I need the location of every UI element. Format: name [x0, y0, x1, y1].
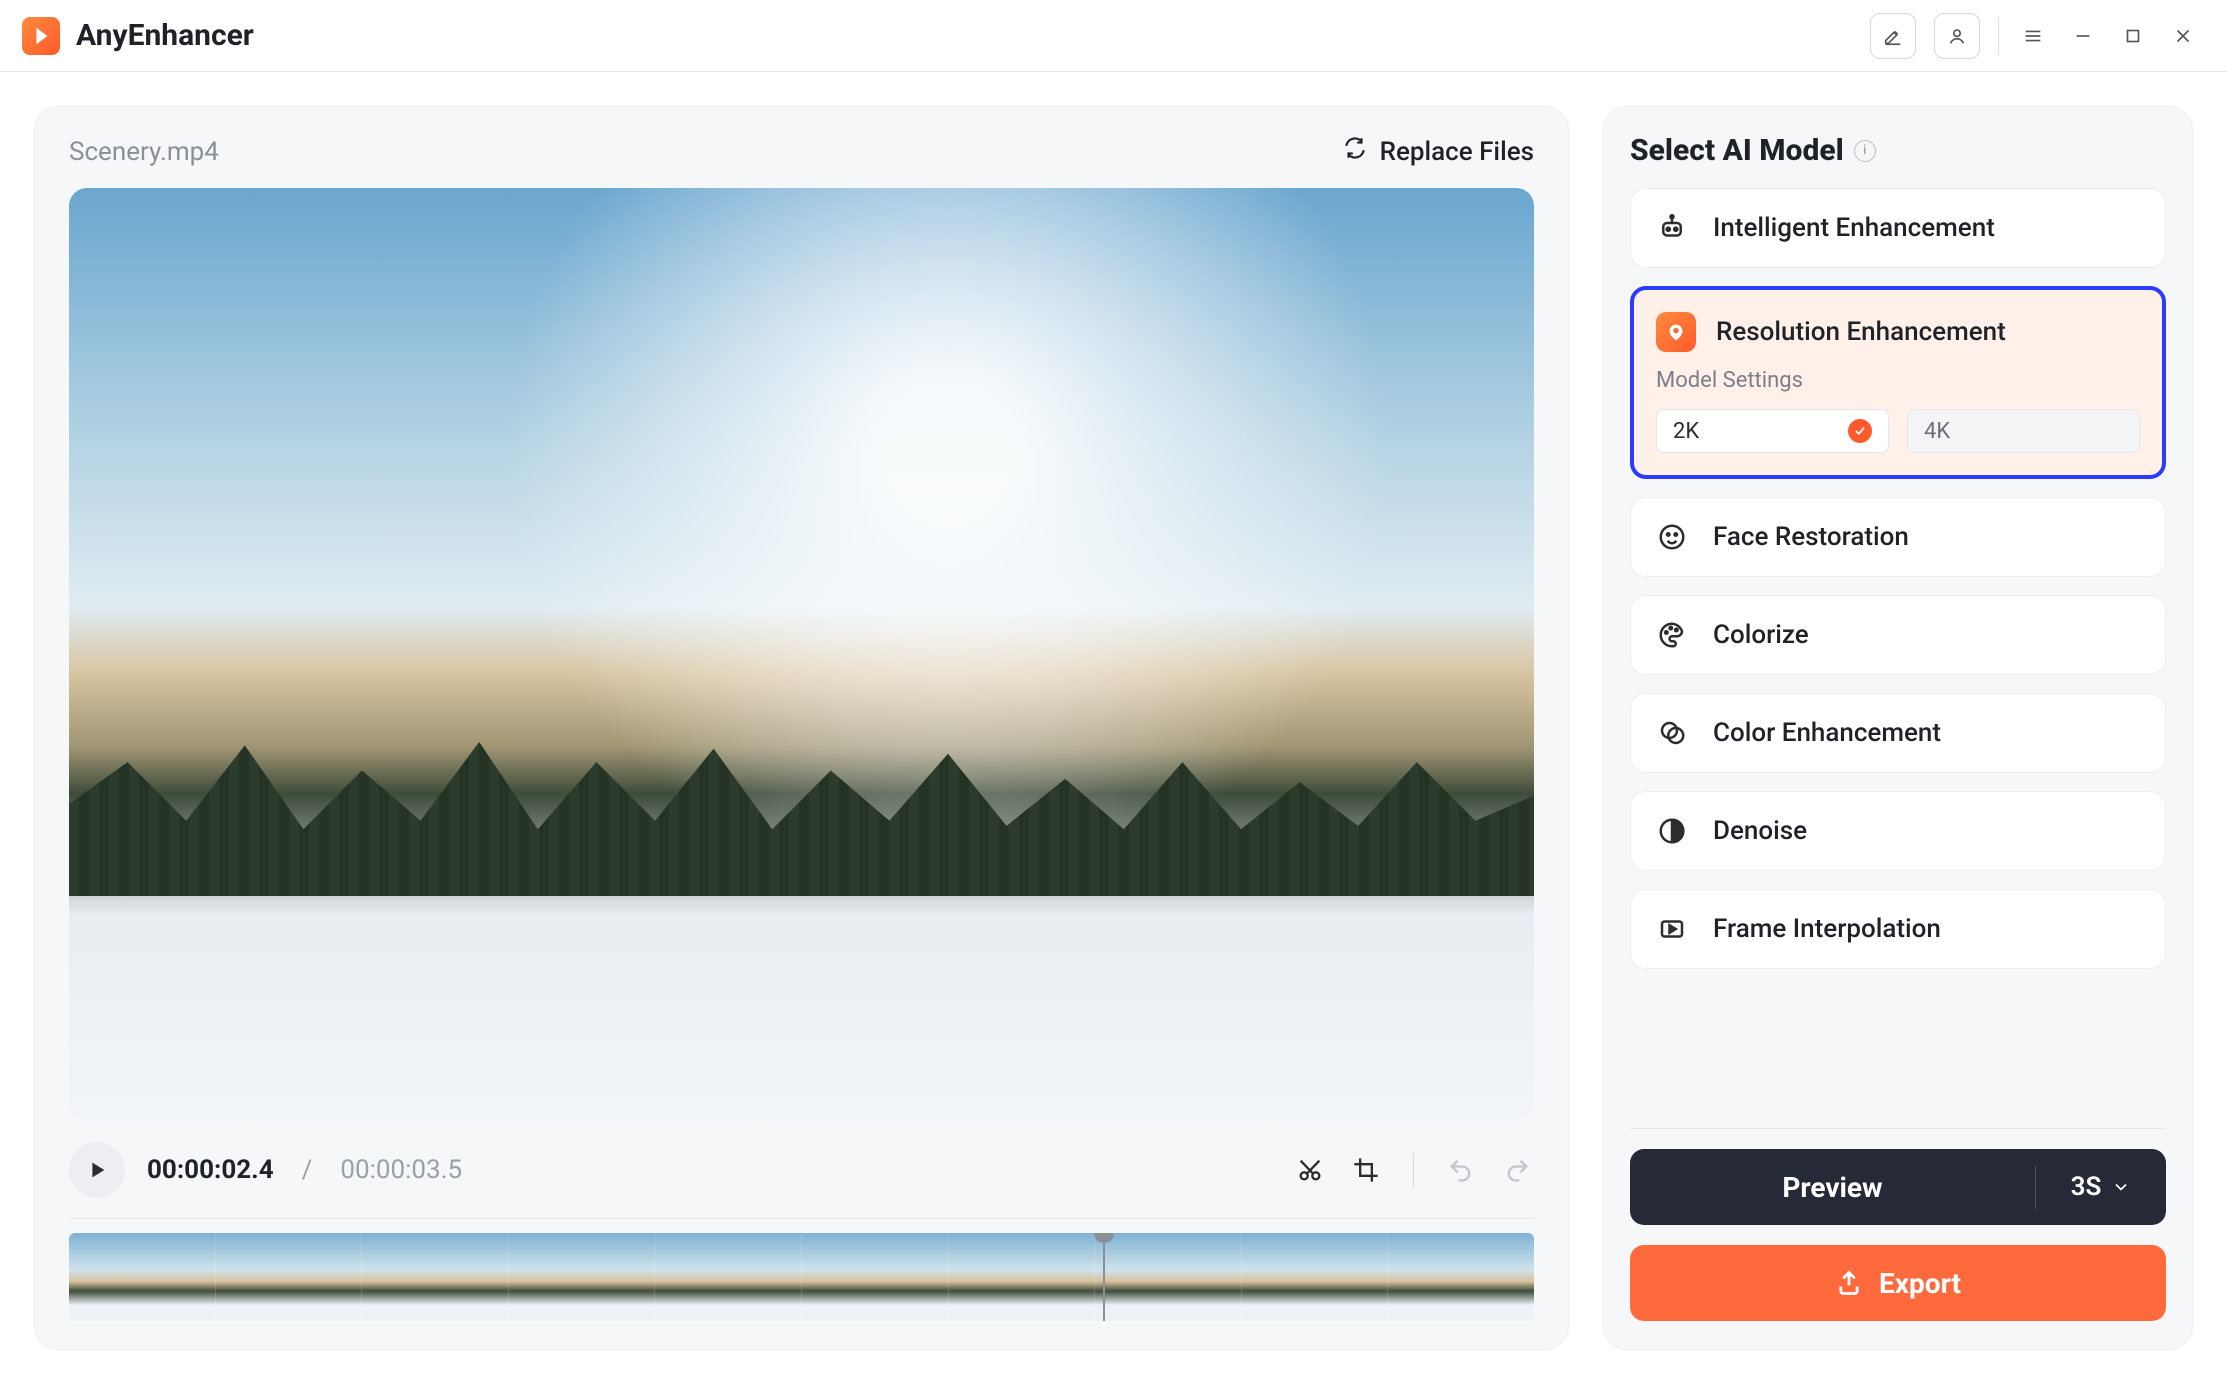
edit-button[interactable]	[1870, 13, 1916, 59]
timeline-thumb	[948, 1233, 1095, 1321]
video-card: Scenery.mp4 Replace Files 00:00:02.4 / 0…	[34, 106, 1569, 1350]
timeline-thumb	[1387, 1233, 1534, 1321]
palette-icon	[1653, 616, 1691, 654]
title-bar: AnyEnhancer	[0, 0, 2227, 72]
timecode-total: 00:00:03.5	[340, 1155, 462, 1185]
model-list: Intelligent Enhancement Resolution Enhan…	[1630, 188, 2166, 1108]
resolution-option-4k[interactable]: 4K	[1907, 409, 2140, 453]
controls-row: 00:00:02.4 / 00:00:03.5	[69, 1142, 1534, 1198]
left-column: Scenery.mp4 Replace Files 00:00:02.4 / 0…	[34, 106, 1569, 1350]
redo-button[interactable]	[1500, 1153, 1534, 1187]
model-denoise[interactable]: Denoise	[1630, 791, 2166, 871]
timeline-thumb	[508, 1233, 655, 1321]
export-icon	[1835, 1269, 1863, 1297]
title-left: AnyEnhancer	[22, 17, 254, 55]
robot-icon	[1653, 209, 1691, 247]
sidebar-title: Select AI Model	[1630, 133, 1844, 168]
sidebar: Select AI Model i Intelligent Enhancemen…	[1603, 106, 2193, 1350]
model-resolution-header: Resolution Enhancement	[1656, 312, 2140, 352]
menu-button[interactable]	[2017, 20, 2049, 52]
sidebar-divider	[1630, 1128, 2166, 1129]
info-icon[interactable]: i	[1854, 140, 1876, 162]
model-label: Denoise	[1713, 816, 1807, 846]
timeline-thumb	[801, 1233, 948, 1321]
undo-button[interactable]	[1444, 1153, 1478, 1187]
model-label: Color Enhancement	[1713, 718, 1941, 748]
model-label: Frame Interpolation	[1713, 914, 1941, 944]
frames-icon	[1653, 910, 1691, 948]
file-name: Scenery.mp4	[69, 137, 219, 167]
play-button[interactable]	[69, 1142, 125, 1198]
resolution-option-label: 4K	[1924, 419, 1950, 444]
model-settings-title: Model Settings	[1656, 368, 2140, 393]
preview-button[interactable]: Preview 3S	[1630, 1149, 2166, 1225]
resolution-icon	[1656, 312, 1696, 352]
sidebar-title-row: Select AI Model i	[1630, 133, 2166, 168]
minimize-button[interactable]	[2067, 20, 2099, 52]
timeline-playhead[interactable]	[1103, 1233, 1105, 1321]
chevron-down-icon	[2111, 1177, 2131, 1197]
cut-button[interactable]	[1293, 1153, 1327, 1187]
model-label: Colorize	[1713, 620, 1809, 650]
timecode-separator: /	[302, 1155, 313, 1185]
replace-icon	[1342, 135, 1368, 168]
model-label: Resolution Enhancement	[1716, 317, 2006, 347]
export-button[interactable]: Export	[1630, 1245, 2166, 1321]
export-label: Export	[1879, 1267, 1961, 1300]
maximize-button[interactable]	[2117, 20, 2149, 52]
model-face[interactable]: Face Restoration	[1630, 497, 2166, 577]
timeline-thumb	[361, 1233, 508, 1321]
timeline-thumb	[654, 1233, 801, 1321]
model-resolution[interactable]: Resolution Enhancement Model Settings 2K…	[1630, 286, 2166, 479]
timeline-thumb	[69, 1233, 215, 1321]
timeline-thumb	[215, 1233, 362, 1321]
overlap-circles-icon	[1653, 714, 1691, 752]
face-icon	[1653, 518, 1691, 556]
preview-duration-dropdown[interactable]: 3S	[2036, 1172, 2166, 1202]
account-button[interactable]	[1934, 13, 1980, 59]
tools-divider	[1413, 1153, 1414, 1187]
timeline-thumb	[1094, 1233, 1241, 1321]
resolution-option-2k[interactable]: 2K	[1656, 409, 1889, 453]
timecode-current: 00:00:02.4	[147, 1155, 274, 1185]
preview-duration-value: 3S	[2071, 1172, 2102, 1202]
model-intelligent[interactable]: Intelligent Enhancement	[1630, 188, 2166, 268]
crop-button[interactable]	[1349, 1153, 1383, 1187]
check-icon	[1848, 419, 1872, 443]
contrast-icon	[1653, 812, 1691, 850]
model-colorize[interactable]: Colorize	[1630, 595, 2166, 675]
video-preview[interactable]	[69, 188, 1534, 1120]
close-button[interactable]	[2167, 20, 2199, 52]
timeline-thumb	[1241, 1233, 1388, 1321]
preview-treeline-decor	[69, 729, 1534, 897]
app-logo-icon	[22, 17, 60, 55]
timeline[interactable]	[69, 1233, 1534, 1321]
file-row: Scenery.mp4 Replace Files	[69, 135, 1534, 168]
controls-divider	[69, 1218, 1534, 1219]
app-name: AnyEnhancer	[76, 18, 254, 53]
titlebar-divider	[1998, 17, 1999, 55]
workspace: Scenery.mp4 Replace Files 00:00:02.4 / 0…	[0, 72, 2227, 1384]
model-label: Face Restoration	[1713, 522, 1909, 552]
preview-label: Preview	[1630, 1171, 2035, 1204]
replace-label: Replace Files	[1380, 137, 1534, 167]
model-color-enhancement[interactable]: Color Enhancement	[1630, 693, 2166, 773]
resolution-option-label: 2K	[1673, 419, 1699, 444]
replace-files-button[interactable]: Replace Files	[1342, 135, 1534, 168]
model-label: Intelligent Enhancement	[1713, 213, 1995, 243]
model-frame-interpolation[interactable]: Frame Interpolation	[1630, 889, 2166, 969]
resolution-options: 2K 4K	[1656, 409, 2140, 453]
title-right	[1870, 13, 2199, 59]
